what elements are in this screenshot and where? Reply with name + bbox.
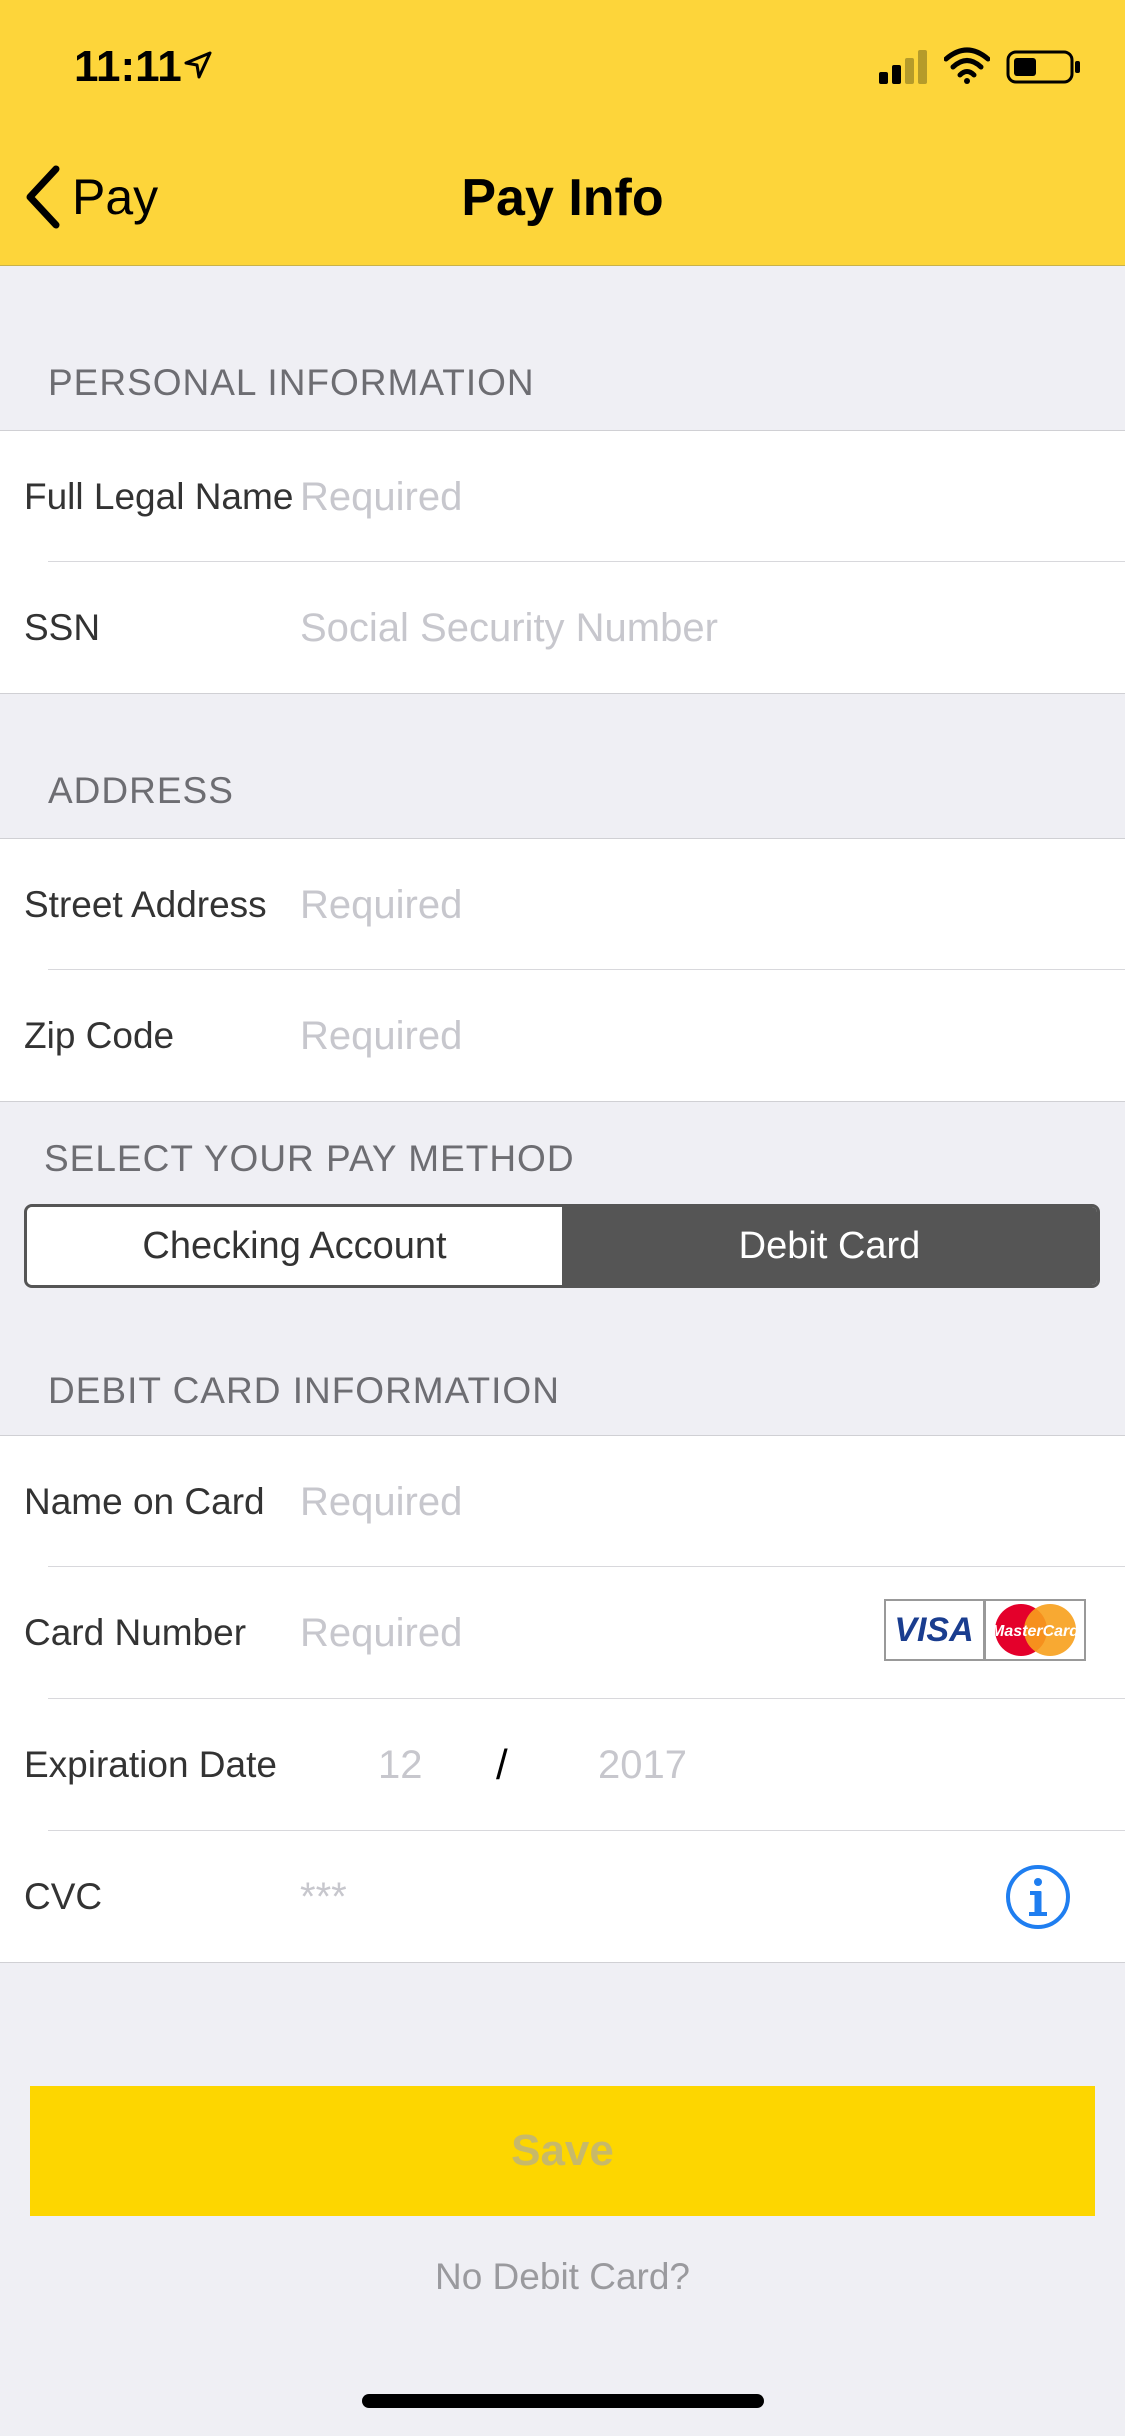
card-number-row: Card Number VISA MasterCard	[0, 1567, 1125, 1699]
exp-month-field[interactable]: 12	[378, 1699, 423, 1831]
exp-separator: /	[496, 1741, 508, 1788]
expiration-row: Expiration Date 12 / 2017	[0, 1699, 1125, 1831]
wifi-icon	[944, 47, 990, 84]
zip-row: Zip Code	[0, 970, 1125, 1102]
home-indicator[interactable]	[362, 2394, 764, 2408]
street-input[interactable]	[300, 869, 860, 941]
full-name-label: Full Legal Name	[24, 476, 294, 517]
section-header-address: ADDRESS	[48, 770, 234, 811]
personal-info-panel: Full Legal Name SSN	[0, 430, 1125, 694]
save-button[interactable]: Save	[30, 2086, 1095, 2216]
mastercard-logo-text: MasterCard	[991, 1623, 1080, 1640]
full-name-input[interactable]	[300, 461, 860, 533]
pay-method-segmented-control: Checking Account Debit Card	[24, 1204, 1100, 1288]
cvc-input[interactable]	[300, 1861, 900, 1933]
no-debit-card-link[interactable]: No Debit Card?	[0, 2256, 1125, 2298]
card-number-input[interactable]	[300, 1597, 860, 1669]
card-brands-icon: VISA MasterCard	[884, 1599, 1086, 1661]
ssn-input[interactable]	[300, 592, 860, 664]
ssn-row: SSN	[0, 562, 1125, 694]
card-name-input[interactable]	[300, 1466, 860, 1538]
section-header-pay-method: SELECT YOUR PAY METHOD	[44, 1138, 575, 1179]
ssn-label: SSN	[24, 607, 101, 648]
debit-card-panel: Name on Card Card Number VISA MasterCard…	[0, 1435, 1125, 1963]
full-name-row: Full Legal Name	[0, 431, 1125, 563]
section-header-debit-card: DEBIT CARD INFORMATION	[48, 1370, 560, 1411]
cvc-row: CVC	[0, 1831, 1125, 1963]
segment-debit-card[interactable]: Debit Card	[562, 1207, 1097, 1285]
address-panel: Street Address Zip Code	[0, 838, 1125, 1102]
card-number-label: Card Number	[24, 1612, 247, 1653]
zip-input[interactable]	[300, 1000, 860, 1072]
expiration-label: Expiration Date	[24, 1744, 277, 1785]
battery-icon	[1006, 50, 1080, 84]
location-arrow-icon	[184, 51, 212, 79]
page-title: Pay Info	[461, 169, 664, 227]
card-name-row: Name on Card	[0, 1436, 1125, 1568]
card-name-label: Name on Card	[24, 1481, 265, 1522]
nav-header: 11:11 Pay Pay Info	[0, 0, 1125, 266]
section-header-personal: PERSONAL INFORMATION	[48, 362, 535, 403]
cvc-label: CVC	[24, 1876, 103, 1917]
street-row: Street Address	[0, 839, 1125, 971]
street-label: Street Address	[24, 884, 267, 925]
zip-label: Zip Code	[24, 1015, 175, 1056]
segment-checking-account[interactable]: Checking Account	[27, 1207, 562, 1285]
cellular-signal-icon	[879, 50, 927, 84]
info-icon[interactable]	[1004, 1863, 1072, 1931]
visa-logo-text: VISA	[894, 1611, 973, 1649]
status-time: 11:11	[74, 42, 182, 91]
exp-year-field[interactable]: 2017	[598, 1699, 687, 1831]
